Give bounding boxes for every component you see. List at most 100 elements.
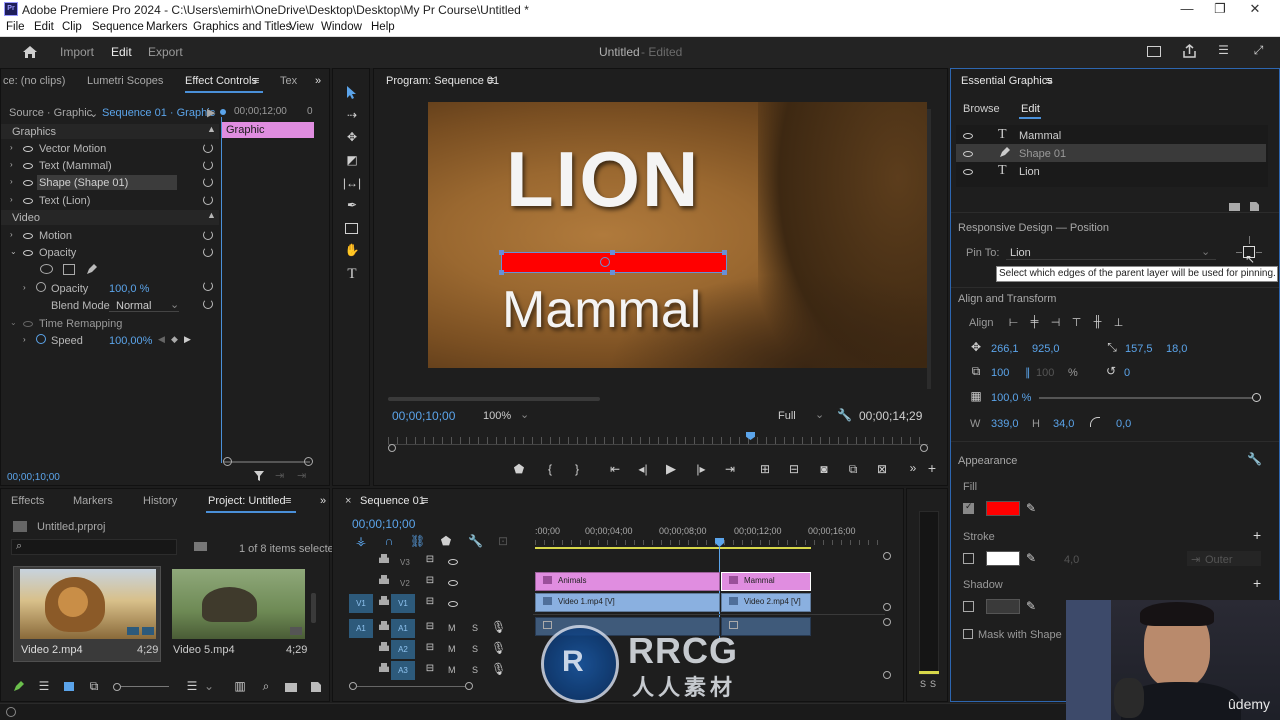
align-bottom-icon[interactable]: ⊥ <box>1112 316 1125 329</box>
collapse-up-icon[interactable]: ▲ <box>207 210 216 220</box>
wrench-icon[interactable]: 🔧 <box>837 408 852 422</box>
stroke-checkbox[interactable] <box>963 553 974 564</box>
chevron-down-icon[interactable]: ⌄ <box>89 107 98 120</box>
mute-button[interactable]: M <box>448 623 456 633</box>
track-target-a3[interactable]: A3 <box>391 661 415 680</box>
lock-icon[interactable] <box>379 575 389 584</box>
reset-icon[interactable] <box>203 195 213 205</box>
item-shape-shape01[interactable]: Shape (Shape 01) <box>39 177 128 189</box>
stroke-color-swatch[interactable] <box>986 551 1020 566</box>
anchor-x[interactable]: 157,5 <box>1125 343 1153 355</box>
share-icon[interactable] <box>1182 44 1197 59</box>
source-patch-v1[interactable]: V1 <box>349 594 373 613</box>
ripple-edit-tool-icon[interactable]: ✥ <box>343 130 361 144</box>
fill-color-swatch[interactable] <box>986 501 1020 516</box>
align-left-icon[interactable]: ⊢ <box>1007 316 1020 329</box>
eyedropper-icon[interactable]: ✎ <box>1024 501 1038 515</box>
quick-export-icon[interactable]: ☰ <box>1216 43 1231 57</box>
panel-menu-icon[interactable]: ≡ <box>422 495 428 507</box>
shadow-checkbox[interactable] <box>963 601 974 612</box>
panel-menu-icon[interactable]: ≡ <box>1046 75 1052 87</box>
write-protect-pencil-icon[interactable] <box>12 680 25 693</box>
position-y[interactable]: 925,0 <box>1032 343 1060 355</box>
shape-handle[interactable] <box>610 270 615 275</box>
automate-to-sequence-icon[interactable]: ▥ <box>232 679 248 693</box>
quality-select[interactable]: Full <box>778 410 796 422</box>
chevron-down-icon[interactable]: ⌄ <box>170 298 179 311</box>
microphone-icon[interactable]: 🎙 <box>491 662 506 676</box>
reset-icon[interactable] <box>203 177 213 187</box>
type-tool-icon[interactable]: T <box>343 266 361 283</box>
source-label[interactable]: Source · Graphic <box>9 107 92 119</box>
add-keyframe-icon[interactable]: ◆ <box>171 334 178 345</box>
expand-arrow-icon[interactable]: › <box>23 335 26 344</box>
source-patch-a1[interactable]: A1 <box>349 619 373 638</box>
microphone-icon[interactable]: 🎙 <box>491 620 506 634</box>
tab-source-no-clips[interactable]: ce: (no clips) <box>3 75 65 87</box>
selection-tool-icon[interactable] <box>345 85 358 100</box>
shape-handle[interactable] <box>722 270 727 275</box>
close-icon[interactable]: × <box>345 495 351 507</box>
new-layer-icon[interactable] <box>1250 202 1259 211</box>
eye-icon[interactable] <box>23 180 33 186</box>
video-subtitle-text[interactable]: Mammal <box>502 284 701 336</box>
comparison-view-icon[interactable]: ⧉ <box>845 462 861 477</box>
captions-icon[interactable]: ⊡ <box>496 534 510 548</box>
panel-menu-icon[interactable]: ≡ <box>488 75 494 87</box>
lock-icon[interactable] <box>379 554 389 563</box>
menu-sequence[interactable]: Sequence <box>92 21 144 33</box>
new-search-bin-icon[interactable] <box>194 542 207 551</box>
solo-right-button[interactable]: S <box>930 679 936 689</box>
opacity-prop-value[interactable]: 100,0 % <box>109 283 149 295</box>
play-icon[interactable]: ▶ <box>664 461 678 477</box>
layer-lion[interactable]: Lion <box>1019 166 1040 178</box>
layer-mammal[interactable]: Mammal <box>1019 130 1061 142</box>
tab-text[interactable]: Tex <box>280 75 297 87</box>
item-text-lion[interactable]: Text (Lion) <box>39 195 90 207</box>
project-scrollbar[interactable] <box>311 593 316 623</box>
go-to-out-icon[interactable]: ⇥ <box>722 462 738 476</box>
add-stroke-icon[interactable]: + <box>1253 527 1261 543</box>
pin-left-edge[interactable] <box>1236 252 1242 253</box>
solo-button[interactable]: S <box>472 623 478 633</box>
stroke-width-value[interactable]: 4,0 <box>1064 554 1079 566</box>
width-value[interactable]: 339,0 <box>991 418 1019 430</box>
maximize-icon[interactable]: ❐ <box>1205 1 1235 18</box>
essential-graphics-title[interactable]: Essential Graphics <box>961 75 1053 87</box>
tab-history[interactable]: History <box>143 495 177 507</box>
step-forward-icon[interactable]: |▸ <box>694 462 708 476</box>
pin-to-select[interactable] <box>1006 243 1216 260</box>
eyedropper-icon[interactable]: ✎ <box>1024 551 1038 565</box>
prev-keyframe-icon[interactable]: ◀ <box>158 334 165 345</box>
timeline-horizontal-scrollbar[interactable] <box>357 686 465 687</box>
eye-icon[interactable] <box>963 169 973 175</box>
menu-file[interactable]: File <box>6 21 25 33</box>
solo-button[interactable]: S <box>472 644 478 654</box>
tab-markers[interactable]: Markers <box>73 495 113 507</box>
home-icon[interactable] <box>22 45 38 59</box>
timeline-ruler[interactable] <box>535 540 885 545</box>
align-center-h-icon[interactable]: ╪ <box>1028 316 1041 328</box>
scroll-handle-left[interactable] <box>223 457 232 466</box>
scale-value[interactable]: 100 <box>991 367 1009 379</box>
mask-with-shape-checkbox[interactable] <box>963 629 973 639</box>
menu-help[interactable]: Help <box>371 21 395 33</box>
eye-icon[interactable] <box>963 133 973 139</box>
eye-icon[interactable] <box>448 601 458 607</box>
list-view-icon[interactable]: ☰ <box>36 679 52 693</box>
item-text-mammal[interactable]: Text (Mammal) <box>39 160 112 172</box>
extract-icon[interactable]: ⊟ <box>786 462 802 476</box>
icon-view-icon[interactable] <box>64 682 74 691</box>
project-search-input[interactable] <box>11 539 177 555</box>
sync-lock-icon[interactable]: ⊟ <box>424 621 436 632</box>
more-controls-icon[interactable]: » <box>906 461 920 475</box>
track-select-tool-icon[interactable]: ⇢ <box>343 108 361 122</box>
height-value[interactable]: 34,0 <box>1053 418 1074 430</box>
program-time-ruler[interactable] <box>388 437 928 445</box>
timeline-timecode[interactable]: 00;00;10;00 <box>352 517 415 531</box>
item-vector-motion[interactable]: Vector Motion <box>39 143 106 155</box>
status-icon[interactable] <box>6 707 16 717</box>
menu-markers[interactable]: Markers <box>146 21 188 33</box>
pen-mask-icon[interactable] <box>85 263 98 276</box>
eye-icon[interactable] <box>23 250 33 256</box>
